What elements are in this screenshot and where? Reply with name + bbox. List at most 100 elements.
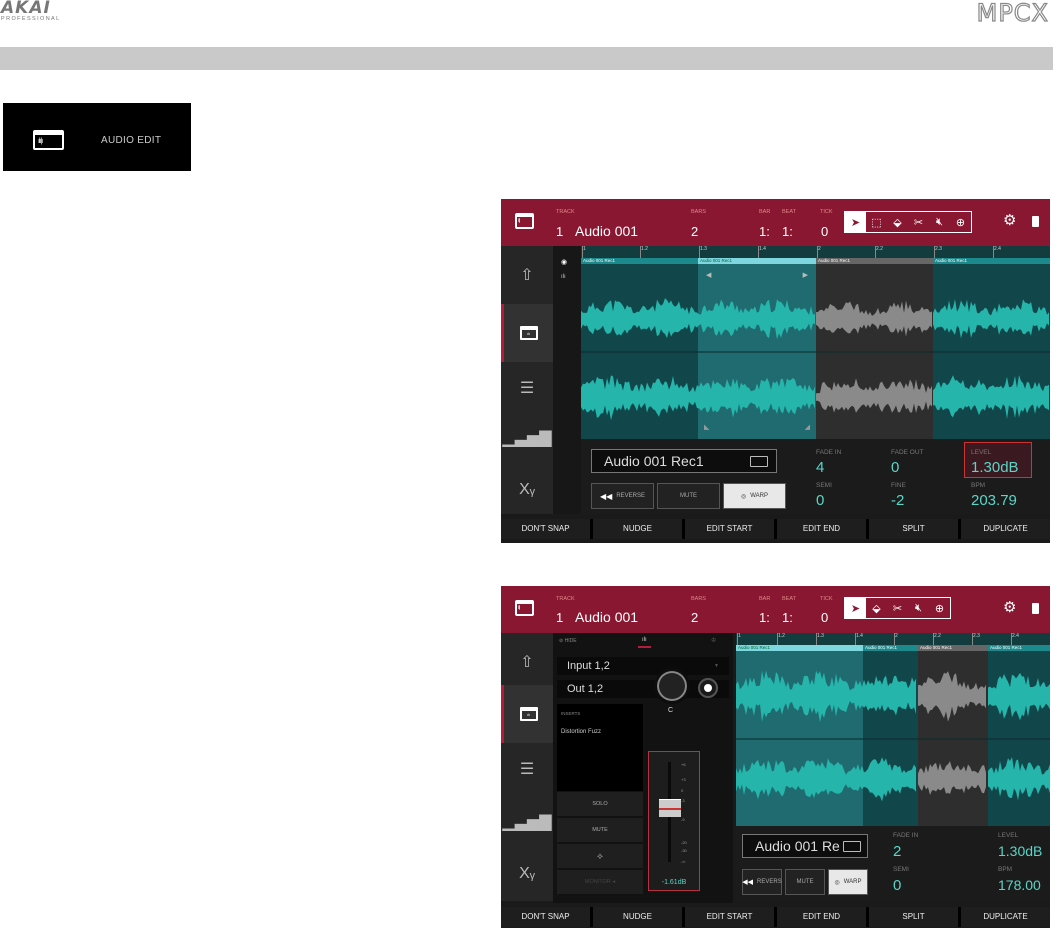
- semi-value[interactable]: 0: [893, 877, 901, 894]
- audio-edit-mode-icon[interactable]: ılı|: [515, 600, 534, 616]
- fader-cap[interactable]: [659, 798, 681, 817]
- audio-track-lane[interactable]: Audio 001 Rec1 Audio 001 Rec1 Audio 001 …: [736, 645, 1050, 826]
- mute-tool-icon[interactable]: 🔇︎: [908, 598, 929, 618]
- mute-button[interactable]: MUTE: [785, 869, 825, 895]
- hide-button[interactable]: ⊘ HIDE: [559, 638, 577, 644]
- bpm-label: BPM: [971, 482, 986, 489]
- select-tool-icon[interactable]: ➤: [845, 598, 866, 618]
- left-nav: ⇧ ılı ☰ ▁▃▅▇ Xᵧ: [501, 246, 553, 514]
- semi-value[interactable]: 0: [816, 492, 824, 509]
- track-name[interactable]: Audio 001: [575, 223, 638, 239]
- bars-value[interactable]: 2: [691, 610, 698, 625]
- scissors-tool-icon[interactable]: ✂: [908, 212, 929, 232]
- bpm-value[interactable]: 203.79: [971, 492, 1017, 509]
- ruler-tick: 2.2: [875, 246, 883, 258]
- edit-tools: ➤ ⬚ ⬙ ✂ 🔇︎ ⊕: [844, 211, 972, 233]
- audio-track-lane[interactable]: Audio 001 Rec1 Audio 001 Rec1 ◀ ▶ ◣ ◢ Au…: [581, 258, 1050, 439]
- ruler-tick: 2.4: [1011, 633, 1019, 645]
- eraser-tool-icon[interactable]: ⬙: [887, 212, 908, 232]
- bars-value[interactable]: 2: [691, 224, 698, 239]
- split-button[interactable]: SPLIT: [869, 519, 958, 539]
- scissors-tool-icon[interactable]: ✂: [887, 598, 908, 618]
- nav-home-icon[interactable]: ⇧: [501, 633, 553, 691]
- zoom-tool-icon[interactable]: ⊕: [950, 212, 971, 232]
- input-select[interactable]: Input 1,2 ▼: [557, 657, 729, 675]
- nav-audio-edit-icon[interactable]: ılı: [501, 685, 553, 743]
- mute-tool-icon[interactable]: 🔇︎: [929, 212, 950, 232]
- marquee-tool-icon[interactable]: ⬚: [866, 212, 887, 232]
- timeline-ruler[interactable]: 1 1.2 1.3 1.4 2 2.2 2.3 2.4: [736, 633, 1050, 645]
- mute-button[interactable]: MUTE: [657, 483, 720, 509]
- nudge-button[interactable]: NUDGE: [593, 519, 682, 539]
- nudge-button[interactable]: NUDGE: [593, 907, 682, 927]
- nav-audio-edit-icon[interactable]: ılı: [501, 304, 553, 362]
- dont-snap-button[interactable]: DON'T SNAP: [501, 907, 590, 927]
- fade-out-value[interactable]: 0: [891, 459, 899, 476]
- fine-value[interactable]: -2: [891, 492, 904, 509]
- region-name-field[interactable]: Audio 001 Rec1: [591, 449, 777, 473]
- tick-value[interactable]: 0: [821, 224, 828, 239]
- level-label: LEVEL: [971, 449, 992, 456]
- settings-gear-icon[interactable]: ⚙: [1003, 213, 1016, 229]
- zoom-tool-icon[interactable]: ⊕: [929, 598, 950, 618]
- warp-button[interactable]: ◎ WARP: [723, 483, 786, 509]
- fader-value: -1.61dB: [661, 879, 687, 886]
- nav-xy-icon[interactable]: Xᵧ: [501, 845, 553, 903]
- bar-value[interactable]: 1:: [759, 610, 770, 625]
- track-name[interactable]: Audio 001: [575, 609, 638, 625]
- duplicate-button[interactable]: DUPLICATE: [961, 519, 1050, 539]
- insert-slot-1[interactable]: Distortion Fuzz: [561, 729, 601, 735]
- chevron-left-icon: ◂: [612, 879, 616, 885]
- track-number[interactable]: 1: [556, 610, 563, 625]
- warp-button[interactable]: ◎ WARP: [828, 869, 868, 895]
- record-arm-button[interactable]: [698, 678, 718, 698]
- edit-end-button[interactable]: EDIT END: [777, 907, 866, 927]
- reverse-button[interactable]: ◀◀ REVERS: [742, 869, 782, 895]
- fade-in-value[interactable]: 4: [816, 459, 824, 476]
- tab-audio-waveform-icon[interactable]: ılı: [638, 637, 651, 648]
- edit-end-button[interactable]: EDIT END: [777, 519, 866, 539]
- tick-value[interactable]: 0: [821, 610, 828, 625]
- volume-fader[interactable]: +6 +3 0 -3 -9 -20 -30 -∞ -1.61dB: [648, 751, 700, 891]
- bpm-value[interactable]: 178.00: [998, 877, 1041, 893]
- nav-xy-icon[interactable]: Xᵧ: [501, 461, 553, 519]
- waveform-icon[interactable]: ılı: [561, 274, 566, 280]
- duplicate-button[interactable]: DUPLICATE: [961, 907, 1050, 927]
- dont-snap-button[interactable]: DON'T SNAP: [501, 519, 590, 539]
- nav-level-meter-icon[interactable]: ▁▃▅▇: [501, 793, 553, 851]
- keyboard-icon[interactable]: [750, 456, 768, 467]
- solo-button[interactable]: SOLO: [557, 792, 643, 817]
- ruler-tick: 1: [737, 633, 741, 645]
- scale-mark: -30: [681, 848, 687, 853]
- settings-gear-icon[interactable]: ⚙: [1003, 600, 1016, 616]
- track-number[interactable]: 1: [556, 224, 563, 239]
- eye-icon[interactable]: ◉: [561, 258, 567, 266]
- ruler-tick: 1.3: [816, 633, 824, 645]
- edit-start-button[interactable]: EDIT START: [685, 907, 774, 927]
- bar-value[interactable]: 1:: [759, 224, 770, 239]
- warp-icon: ◎: [834, 879, 840, 886]
- keyboard-icon[interactable]: [843, 841, 861, 852]
- pan-knob[interactable]: [654, 668, 690, 704]
- beat-value[interactable]: 1:: [782, 610, 793, 625]
- tab-crown-icon[interactable]: ♔: [711, 637, 716, 644]
- nav-home-icon[interactable]: ⇧: [501, 246, 553, 304]
- monitor-button[interactable]: MONITOR ◂: [557, 870, 643, 895]
- beat-value[interactable]: 1:: [782, 224, 793, 239]
- inserts-box[interactable]: INSERTS Distortion Fuzz: [557, 704, 643, 791]
- mute-button[interactable]: MUTE: [557, 818, 643, 843]
- timeline-ruler[interactable]: 1 1.2 1.3 1.4 2 2.2 2.3 2.4: [581, 246, 1050, 258]
- nav-level-meter-icon[interactable]: ▁▃▅▇: [501, 409, 553, 467]
- region-name-field[interactable]: Audio 001 Re: [742, 834, 868, 858]
- fade-in-value[interactable]: 2: [893, 843, 901, 860]
- select-tool-icon[interactable]: ➤: [845, 212, 866, 232]
- nav-browser-icon[interactable]: ☰: [501, 740, 553, 798]
- edit-start-button[interactable]: EDIT START: [685, 519, 774, 539]
- level-value[interactable]: 1.30dB: [998, 843, 1042, 859]
- automation-icon[interactable]: ⟡: [557, 844, 643, 869]
- split-button[interactable]: SPLIT: [869, 907, 958, 927]
- eraser-tool-icon[interactable]: ⬙: [866, 598, 887, 618]
- ruler-tick: 1.4: [855, 633, 863, 645]
- audio-edit-mode-icon[interactable]: ılı|: [515, 213, 534, 229]
- reverse-button[interactable]: ◀◀ REVERSE: [591, 483, 654, 509]
